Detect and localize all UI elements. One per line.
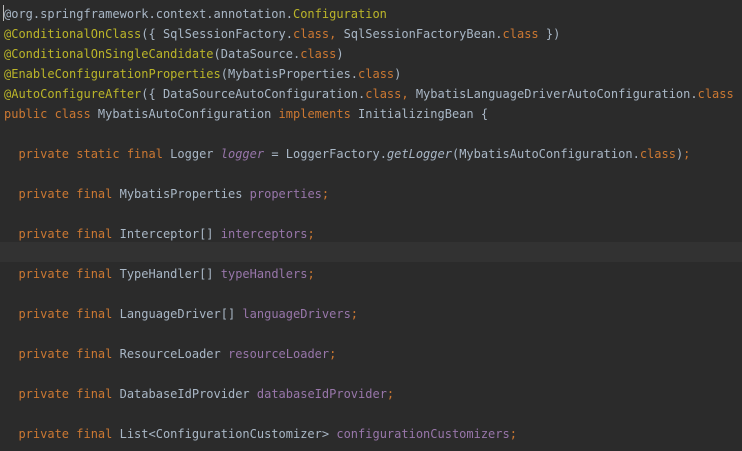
code-token: Logger: [170, 147, 221, 161]
code-token: (MybatisProperties.: [220, 67, 359, 81]
code-line[interactable]: private final DatabaseIdProvider databas…: [4, 384, 742, 404]
code-token: (DataSource.: [213, 47, 301, 61]
code-token: @ConditionalOnSingleCandidate: [4, 47, 214, 61]
code-token: @ConditionalOnClass: [4, 27, 142, 41]
code-token: TypeHandler[]: [119, 267, 221, 281]
code-token: ;: [329, 347, 337, 361]
code-token: InitializingBean {: [358, 107, 489, 121]
code-token: implements: [278, 107, 359, 121]
code-token: MybatisLanguageDriverAutoConfiguration.: [415, 87, 698, 101]
code-token: ;: [386, 387, 395, 401]
code-token: languageDrivers: [242, 307, 351, 321]
code-token: MybatisAutoConfiguration: [97, 107, 279, 121]
code-token: (MybatisAutoConfiguration.: [451, 147, 640, 161]
code-line[interactable]: [4, 164, 742, 184]
code-token: ;: [683, 147, 691, 161]
code-token: ;: [321, 187, 330, 201]
code-token: class: [365, 87, 402, 101]
code-line[interactable]: private final TypeHandler[] typeHandlers…: [4, 264, 742, 284]
code-token: LanguageDriver[]: [119, 307, 243, 321]
code-token: resourceLoader: [227, 347, 330, 361]
code-token: List<ConfigurationCustomizer>: [119, 427, 337, 441]
code-token: ,: [329, 27, 344, 41]
code-token: ): [394, 67, 402, 81]
code-token: private final: [4, 427, 120, 441]
code-token: ): [336, 47, 344, 61]
code-token: ({ DataSourceAutoConfiguration.: [141, 87, 366, 101]
code-token: interceptors: [220, 227, 308, 241]
code-token: getLogger: [386, 147, 452, 161]
code-line[interactable]: private final ResourceLoader resourceLoa…: [4, 344, 742, 364]
code-token: Interceptor[]: [119, 227, 221, 241]
code-token: private final: [4, 347, 120, 361]
code-editor[interactable]: @org.springframework.context.annotation.…: [0, 0, 742, 451]
code-token: ;: [350, 307, 359, 321]
code-token: ;: [509, 427, 517, 441]
code-line[interactable]: @AutoConfigureAfter({ DataSourceAutoConf…: [4, 84, 742, 104]
code-line[interactable]: private final List<ConfigurationCustomiz…: [4, 424, 742, 444]
code-line[interactable]: private final LanguageDriver[] languageD…: [4, 304, 742, 324]
code-token: @org.springframework.context.annotation.: [4, 7, 293, 21]
code-line[interactable]: [4, 404, 742, 424]
code-token: ,: [401, 87, 416, 101]
code-line[interactable]: private final Interceptor[] interceptors…: [4, 224, 742, 244]
code-token: logger: [220, 147, 265, 161]
code-token: = LoggerFactory.: [264, 147, 387, 161]
code-token: class: [502, 27, 539, 41]
code-token: ({ SqlSessionFactory.: [141, 27, 293, 41]
code-token: private final: [4, 187, 120, 201]
code-line[interactable]: @org.springframework.context.annotation.…: [4, 4, 742, 24]
code-token: typeHandlers: [220, 267, 308, 281]
code-token: ;: [307, 227, 315, 241]
code-token: class: [639, 147, 676, 161]
code-token: private static final: [4, 147, 171, 161]
code-token: class: [697, 87, 734, 101]
code-token: private final: [4, 307, 120, 321]
code-token: DatabaseIdProvider: [119, 387, 257, 401]
code-line[interactable]: @EnableConfigurationProperties(MybatisPr…: [4, 64, 742, 84]
code-token: private final: [4, 267, 120, 281]
code-token: ResourceLoader: [119, 347, 228, 361]
code-token: public class: [4, 107, 98, 121]
code-line[interactable]: @ConditionalOnClass({ SqlSessionFactory.…: [4, 24, 742, 44]
code-line[interactable]: public class MybatisAutoConfiguration im…: [4, 104, 742, 124]
code-token: private final: [4, 387, 120, 401]
code-token: class: [358, 67, 395, 81]
code-token: @AutoConfigureAfter: [4, 87, 142, 101]
code-token: class: [300, 47, 337, 61]
code-token: @EnableConfigurationProperties: [4, 67, 221, 81]
code-token: class: [293, 27, 330, 41]
code-line[interactable]: private static final Logger logger = Log…: [4, 144, 742, 164]
code-token: }): [538, 27, 561, 41]
code-token: private final: [4, 227, 120, 241]
code-token: Configuration: [292, 7, 387, 21]
code-line[interactable]: private final MybatisProperties properti…: [4, 184, 742, 204]
code-line[interactable]: [4, 204, 742, 224]
code-line[interactable]: [4, 364, 742, 384]
code-area[interactable]: @org.springframework.context.annotation.…: [4, 4, 742, 444]
code-line[interactable]: [4, 284, 742, 304]
code-token: ;: [307, 267, 315, 281]
code-token: databaseIdProvider: [256, 387, 387, 401]
code-token: }): [734, 87, 742, 101]
code-line[interactable]: [4, 244, 742, 264]
code-token: MybatisProperties: [119, 187, 250, 201]
code-token: properties: [249, 187, 322, 201]
code-line[interactable]: [4, 324, 742, 344]
code-line[interactable]: @ConditionalOnSingleCandidate(DataSource…: [4, 44, 742, 64]
code-token: SqlSessionFactoryBean.: [343, 27, 503, 41]
code-line[interactable]: [4, 124, 742, 144]
code-token: configurationCustomizers: [336, 427, 510, 441]
